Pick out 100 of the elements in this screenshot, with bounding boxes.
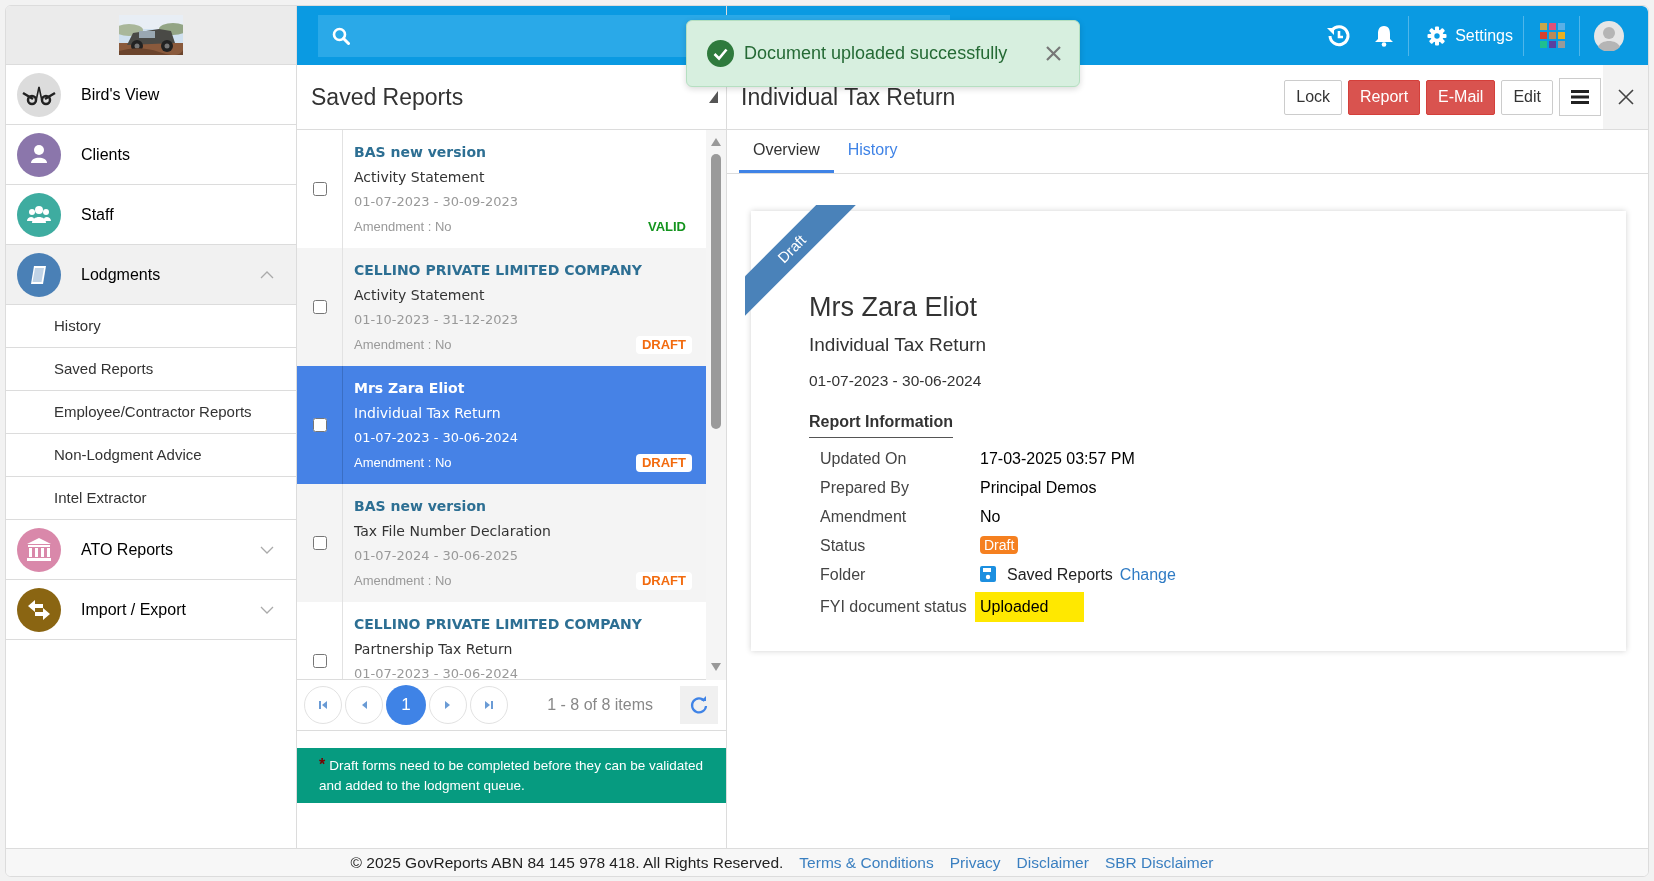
folder-name: Saved Reports [1007,564,1113,585]
settings-icon[interactable] [1427,25,1448,46]
footer-link[interactable]: Disclaimer [1016,850,1089,875]
save-icon [980,566,996,583]
notification-icon[interactable] [1374,24,1395,47]
sidebar-label: Import / Export [81,599,186,620]
search-icon [332,26,350,45]
field-value: Principal Demos [980,477,1097,498]
tab[interactable]: Overview [739,130,834,173]
page-button[interactable]: 1 [386,685,426,725]
footer-link[interactable]: Privacy [949,850,1001,875]
avatar-icon[interactable] [1594,20,1624,51]
person-icon [17,132,61,177]
swap-arrows-icon [17,587,61,632]
owl-icon [17,72,61,117]
report-type: Individual Tax Return [809,333,988,357]
required-mark: * [319,756,326,773]
field-label: Prepared By [820,477,910,498]
amendment-text: Amendment : No [354,336,452,354]
report-type: Individual Tax Return [354,404,502,423]
sidebar-label: Staff [81,204,114,225]
check-circle-icon [707,40,734,67]
row-checkbox[interactable] [312,300,327,314]
report-list-item[interactable]: Mrs Zara Eliot Individual Tax Return 01-07-2023 - 30-06-2024 Amendment : No DRAFT [343,366,706,484]
sidebar-item[interactable]: Lodgments [6,245,296,305]
report-period: 01-07-2023 - 30-06-2024 [809,370,983,391]
action-button[interactable]: E-Mail [1426,79,1496,115]
close-icon[interactable] [1046,46,1061,61]
report-period: 01-07-2023 - 30-06-2024 [354,665,520,679]
row-checkbox[interactable] [312,418,327,432]
pagination-summary: 1 - 8 of 8 items [547,695,653,715]
status-badge: Draft [980,536,1019,555]
sidebar-label: Clients [81,144,130,165]
field-value: 17-03-2025 03:57 PM [980,448,1135,469]
chevron-up-icon [260,270,274,279]
report-period: 01-07-2023 - 30-09-2023 [354,193,520,211]
chevron-down-icon [260,605,274,614]
footer-link[interactable]: SBR Disclaimer [1104,850,1214,875]
first-page-icon [318,700,328,710]
row-checkbox[interactable] [312,536,327,550]
client-name: CELLINO PRIVATE LIMITED COMPANY [354,615,643,634]
copyright-text: © 2025 GovReports ABN 84 145 978 418. All Rights Reserved. [350,852,784,873]
group-icon [17,192,61,237]
info-note: * Draft forms need to be completed before they can be validated and added to the lodgment queue. [297,748,726,803]
previous-icon [360,700,368,710]
report-period: 01-07-2023 - 30-06-2024 [354,429,520,447]
field-value: Uploaded [975,591,1084,622]
menu-button[interactable] [1559,78,1601,116]
sidebar-label: Bird's View [81,84,160,105]
row-checkbox[interactable] [312,654,327,668]
field-label: Folder [820,564,867,585]
footer-link[interactable]: Terms & Conditions [799,850,934,875]
refresh-icon [689,695,709,715]
sidebar-label: ATO Reports [81,539,173,560]
status-badge: DRAFT [635,336,692,354]
last-page-icon [484,700,494,710]
report-list-item[interactable]: CELLINO PRIVATE LIMITED COMPANY Activity Statement 01-10-2023 - 31-12-2023 Amendment : No DRAFT [343,248,706,366]
book-icon [17,252,61,297]
report-period: 01-10-2023 - 31-12-2023 [354,311,520,329]
detail-title: Individual Tax Return [741,82,956,112]
chevron-down-icon [260,545,274,554]
action-button[interactable]: Report [1348,79,1421,115]
toast-message: Document uploaded successfully [744,42,1008,65]
field-value: No [980,506,1001,527]
status-badge: DRAFT [635,454,692,472]
tab[interactable]: History [833,130,912,173]
field-label: Status [820,535,867,556]
sidebar-subitem[interactable]: Saved Reports [6,348,296,391]
sidebar-subitem[interactable]: Employee/Contractor Reports [6,391,296,434]
field-label: FYI document status [820,597,968,618]
menu-icon [1571,90,1589,104]
sidebar-label: Lodgments [81,264,161,285]
next-icon [444,700,452,710]
section-heading: Report Information [809,409,953,438]
panel-title: Saved Reports [311,82,464,112]
change-link[interactable]: Change [1119,562,1176,586]
close-icon[interactable] [1617,89,1634,105]
client-name: BAS new version [354,497,487,516]
action-button[interactable]: Lock [1284,79,1343,115]
action-button[interactable]: Edit [1501,79,1553,115]
bank-icon [17,527,61,572]
status-badge: DRAFT [635,572,692,590]
sidebar-subitem[interactable]: Non-Lodgment Advice [6,434,296,477]
refresh-button[interactable] [680,686,718,724]
report-type: Activity Statement [354,168,486,187]
client-name: CELLINO PRIVATE LIMITED COMPANY [354,261,643,280]
report-type: Activity Statement [354,286,486,305]
sidebar-subitem[interactable]: History [6,305,296,348]
amendment-text: Amendment : No [354,572,452,590]
report-list-item[interactable]: BAS new version Tax File Number Declaration 01-07-2024 - 30-06-2025 Amendment : No DRAFT [343,484,706,602]
row-checkbox[interactable] [312,182,327,196]
client-name: BAS new version [354,143,487,162]
amendment-text: Amendment : No [354,218,452,236]
report-type: Partnership Tax Return [354,640,514,659]
report-type: Tax File Number Declaration [354,522,552,541]
field-label: Amendment [820,506,908,527]
client-name: Mrs Zara Eliot [354,379,466,398]
scrollbar[interactable] [706,130,726,680]
apps-grid-icon[interactable] [1540,23,1565,48]
collapse-icon[interactable] [709,91,718,103]
